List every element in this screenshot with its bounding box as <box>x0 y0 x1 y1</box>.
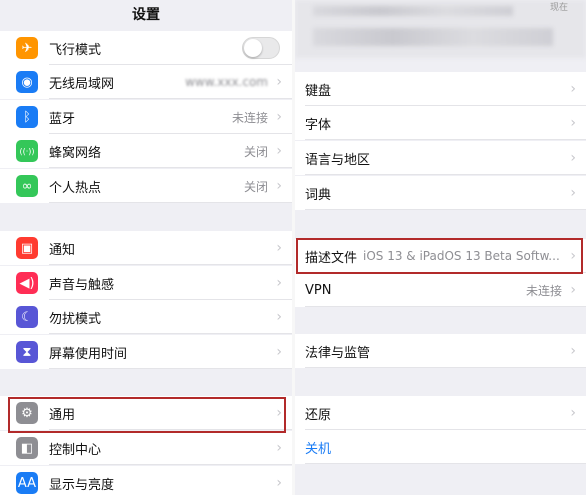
chevron-right-icon: › <box>570 343 576 359</box>
settings-row[interactable]: 键盘 › <box>295 72 586 106</box>
bluetooth-icon: ᛒ <box>16 106 38 128</box>
wifi-icon: ◉ <box>16 71 38 93</box>
airplane-mode-toggle[interactable] <box>242 37 280 59</box>
chevron-right-icon: › <box>276 143 282 159</box>
settings-row[interactable]: ᛒ 蓝牙 未连接 › <box>0 100 292 134</box>
blurred-content-top <box>313 6 513 16</box>
settings-row[interactable]: ◉ 无线局域网 www.xxx.com › <box>0 65 292 99</box>
settings-row[interactable]: 关机 <box>295 430 586 464</box>
row-value: 关闭 <box>243 179 268 194</box>
row-separator <box>305 174 586 175</box>
chevron-right-icon: › <box>276 344 282 360</box>
chevron-right-icon: › <box>570 115 576 131</box>
chevron-right-icon: › <box>570 405 576 421</box>
cellular-icon: ((·)) <box>16 140 38 162</box>
banner-time: 现在 <box>549 3 568 13</box>
sound-icon: ◀) <box>16 272 38 294</box>
settings-row[interactable]: ⧗ 屏幕使用时间 › <box>0 335 292 369</box>
settings-row[interactable]: AA 显示与亮度 › <box>0 466 292 495</box>
settings-row[interactable]: 还原 › <box>295 396 586 430</box>
row-separator <box>49 167 292 168</box>
row-label: 蓝牙 <box>49 111 76 127</box>
settings-row[interactable]: 语言与地区 › <box>295 141 586 175</box>
highlight-profile <box>296 238 583 274</box>
toggle-knob <box>244 39 262 57</box>
row-value: 关闭 <box>243 144 268 159</box>
row-separator <box>49 98 292 99</box>
chevron-right-icon: › <box>276 275 282 291</box>
hourglass-icon: ⧗ <box>16 341 38 363</box>
general-pane: 现在 键盘 › 字体 › 语言与地区 › 词典 › 描述文件 iOS 13 & iPadOS 13… <box>295 0 586 495</box>
row-separator <box>305 463 586 464</box>
settings-row[interactable]: ∞ 个人热点 关闭 › <box>0 169 292 203</box>
chevron-right-icon: › <box>570 150 576 166</box>
row-label: 法律与监管 <box>305 345 371 361</box>
row-separator <box>305 367 586 368</box>
settings-row[interactable]: ✈ 飞行模式 <box>0 31 292 65</box>
row-value: 未连接 <box>231 110 268 125</box>
settings-row[interactable]: ((·)) 蜂窝网络 关闭 › <box>0 134 292 168</box>
moon-icon: ☾ <box>16 306 38 328</box>
airplane-icon: ✈ <box>16 37 38 59</box>
row-separator <box>49 368 292 369</box>
row-label: 个人热点 <box>49 180 102 196</box>
row-separator <box>305 209 586 210</box>
row-label: 飞行模式 <box>49 42 102 58</box>
row-separator <box>305 306 586 307</box>
settings-row[interactable]: VPN 未连接 › <box>295 273 586 307</box>
settings-row[interactable]: 词典 › <box>295 176 586 210</box>
row-label: 屏幕使用时间 <box>49 346 128 362</box>
row-label: 还原 <box>305 407 332 423</box>
settings-row[interactable]: ◧ 控制中心 › <box>0 431 292 465</box>
chevron-right-icon: › <box>276 109 282 125</box>
display-icon: AA <box>16 472 38 494</box>
row-separator <box>305 139 586 140</box>
chevron-right-icon: › <box>570 282 576 298</box>
row-label: VPN <box>305 282 332 298</box>
row-label: 声音与触感 <box>49 277 115 293</box>
control-center-icon: ◧ <box>16 437 38 459</box>
row-separator <box>49 333 292 334</box>
row-label: 控制中心 <box>49 442 102 458</box>
settings-row[interactable]: ▣ 通知 › <box>0 231 292 265</box>
chevron-right-icon: › <box>570 81 576 97</box>
settings-row[interactable]: ◀) 声音与触感 › <box>0 266 292 300</box>
chevron-right-icon: › <box>276 440 282 456</box>
row-label: 无线局域网 <box>49 76 115 92</box>
row-label: 键盘 <box>305 83 332 99</box>
settings-row[interactable]: 法律与监管 › <box>295 334 586 368</box>
row-separator <box>49 464 292 465</box>
row-separator <box>49 264 292 265</box>
chevron-right-icon: › <box>276 309 282 325</box>
blurred-content <box>313 28 553 46</box>
row-label: 词典 <box>305 187 332 203</box>
row-label: 语言与地区 <box>305 152 371 168</box>
row-label: 字体 <box>305 117 332 133</box>
row-label: 显示与亮度 <box>49 477 115 493</box>
row-label: 蜂窝网络 <box>49 145 102 161</box>
hotspot-icon: ∞ <box>16 175 38 197</box>
notification-icon: ▣ <box>16 237 38 259</box>
chevron-right-icon: › <box>276 475 282 491</box>
row-label: 通知 <box>49 242 76 258</box>
page-title: 设置 <box>132 7 160 23</box>
row-value: 未连接 <box>525 283 562 298</box>
chevron-right-icon: › <box>276 240 282 256</box>
settings-pane: 设置 ✈ 飞行模式 ◉ 无线局域网 www.xxx.com › ᛒ 蓝牙 未连接 › ((·)) 蜂窝… <box>0 0 292 495</box>
highlight-general <box>8 397 286 433</box>
row-value: www.xxx.com <box>185 75 268 89</box>
row-label: 勿扰模式 <box>49 311 102 327</box>
row-separator <box>49 202 292 203</box>
chevron-right-icon: › <box>570 185 576 201</box>
chevron-right-icon: › <box>276 178 282 194</box>
settings-row[interactable]: 字体 › <box>295 106 586 140</box>
settings-row[interactable]: ☾ 勿扰模式 › <box>0 300 292 334</box>
row-label: 关机 <box>305 441 332 457</box>
chevron-right-icon: › <box>276 74 282 90</box>
